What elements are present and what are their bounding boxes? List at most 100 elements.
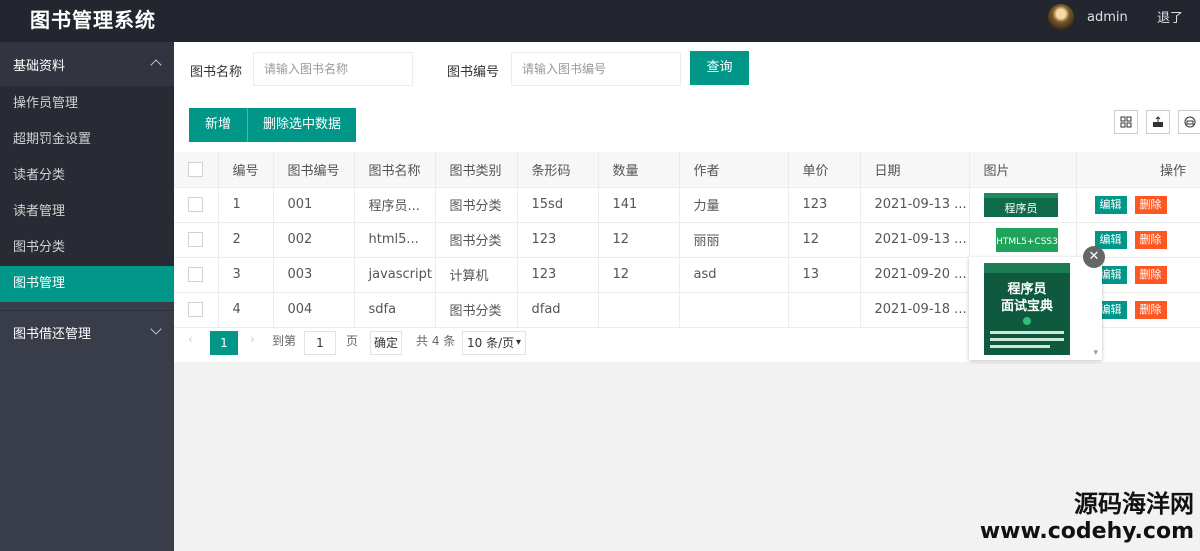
sidebar-item-reader-category[interactable]: 读者分类 <box>0 158 174 194</box>
cell: 141 <box>598 187 680 223</box>
watermark: 源码海洋网 www.codehy.com <box>980 489 1194 545</box>
row-select-cell[interactable] <box>174 187 219 223</box>
total-count: 共 4 条 <box>416 334 456 348</box>
column-header[interactable]: 图书类别 <box>435 152 518 188</box>
scroll-down-icon[interactable]: ▾ <box>1093 348 1098 358</box>
column-header[interactable]: 图书名称 <box>354 152 436 188</box>
row-checkbox[interactable] <box>188 302 203 317</box>
column-header[interactable]: 编号 <box>218 152 274 188</box>
user-menu[interactable]: admin <box>1048 4 1128 30</box>
book-cover-preview: 程序员 面试宝典 <box>984 263 1070 355</box>
cell: 12 <box>788 222 861 258</box>
add-button[interactable]: 新增 <box>189 108 248 142</box>
table-row[interactable]: 1 001 程序员... 图书分类 15sd 141 力量 123 2021-0… <box>174 187 1200 223</box>
cell: 12 <box>598 222 680 258</box>
cell: 004 <box>273 292 355 328</box>
goto-page-input[interactable]: 1 <box>304 331 336 355</box>
row-select-cell[interactable] <box>174 292 219 328</box>
cell: 2021-09-13 ... <box>860 187 970 223</box>
cell: 2021-09-18 ... <box>860 292 970 328</box>
sidebar-item-book-category[interactable]: 图书分类 <box>0 230 174 266</box>
query-button[interactable]: 查询 <box>690 51 749 85</box>
next-page-icon[interactable]: › <box>250 332 255 346</box>
goto-label: 到第 <box>272 334 297 348</box>
column-header[interactable]: 操作 <box>1076 152 1200 188</box>
image-preview-popup: 程序员 面试宝典 ▾ <box>969 257 1102 360</box>
column-header[interactable]: 条形码 <box>517 152 599 188</box>
app-title: 图书管理系统 <box>30 8 156 32</box>
row-select-cell[interactable] <box>174 257 219 293</box>
cell: 12 <box>598 257 680 293</box>
delete-button[interactable]: 删除 <box>1134 300 1167 319</box>
table-row[interactable]: 2 002 html5... 图书分类 123 12 丽丽 12 2021-09… <box>174 222 1200 258</box>
edit-button[interactable]: 编辑 <box>1094 195 1127 214</box>
cell <box>598 292 680 328</box>
cell: 力量 <box>679 187 789 223</box>
chevron-down-icon: ▾ <box>515 337 521 348</box>
delete-button[interactable]: 删除 <box>1134 230 1167 249</box>
cell: 图书分类 <box>435 222 518 258</box>
select-all-checkbox[interactable] <box>188 161 203 177</box>
close-icon[interactable]: ✕ <box>1083 246 1105 268</box>
nav-group-borrow-return[interactable]: 图书借还管理 <box>0 310 174 354</box>
nav-group-basic[interactable]: 基础资料 <box>0 42 174 86</box>
preview-title: 程序员 <box>1007 281 1046 297</box>
select-all-cell[interactable] <box>174 152 219 188</box>
table-header-row: 编号 图书编号 图书名称 图书类别 条形码 数量 作者 单价 日期 图片 操作 <box>174 152 1200 188</box>
print-icon[interactable] <box>1178 110 1200 134</box>
column-header[interactable]: 图片 <box>969 152 1077 188</box>
cell: 丽丽 <box>679 222 789 258</box>
row-checkbox[interactable] <box>188 232 203 247</box>
book-cover-thumbnail[interactable]: HTML5+CSS3 <box>995 227 1058 252</box>
book-name-input[interactable]: 请输入图书名称 <box>253 52 413 86</box>
per-page-select[interactable]: 10 条/页 ▾ <box>462 331 526 355</box>
book-code-label: 图书编号 <box>447 65 500 80</box>
goto-confirm-button[interactable]: 确定 <box>370 331 402 355</box>
per-page-value: 10 条/页 <box>467 336 515 350</box>
sidebar-item-readers[interactable]: 读者管理 <box>0 194 174 230</box>
book-name-label: 图书名称 <box>190 65 243 80</box>
cell <box>679 292 789 328</box>
watermark-line1: 源码海洋网 <box>1074 490 1194 518</box>
column-header[interactable]: 作者 <box>679 152 789 188</box>
current-page[interactable]: 1 <box>210 331 238 355</box>
thumbnail-title: HTML5+CSS3 <box>996 237 1058 247</box>
cell: 2021-09-13 ... <box>860 222 970 258</box>
book-cover-thumbnail[interactable]: 程序员 <box>983 192 1058 217</box>
cell: 15sd <box>517 187 599 223</box>
column-header[interactable]: 数量 <box>598 152 680 188</box>
top-header: 图书管理系统 admin 退了 <box>0 0 1200 42</box>
column-header[interactable]: 日期 <box>860 152 970 188</box>
cell: 2021-09-20 ... <box>860 257 970 293</box>
row-checkbox[interactable] <box>188 197 203 212</box>
row-select-cell[interactable] <box>174 222 219 258</box>
cell: 1 <box>218 187 274 223</box>
image-cell[interactable]: HTML5+CSS3 <box>969 222 1077 258</box>
columns-icon[interactable] <box>1114 110 1138 134</box>
edit-button[interactable]: 编辑 <box>1094 230 1127 249</box>
delete-button[interactable]: 删除 <box>1134 265 1167 284</box>
search-bar: 图书名称 请输入图书名称 图书编号 请输入图书编号 查询 <box>174 42 1200 98</box>
cell: 123 <box>788 187 861 223</box>
username[interactable]: admin <box>1087 10 1128 25</box>
cell: sdfa <box>354 292 436 328</box>
export-icon[interactable] <box>1146 110 1170 134</box>
row-checkbox[interactable] <box>188 267 203 282</box>
sidebar-item-operators[interactable]: 操作员管理 <box>0 86 174 122</box>
preview-subtitle: 面试宝典 <box>1001 298 1053 314</box>
cell: asd <box>679 257 789 293</box>
sidebar-item-books[interactable]: 图书管理 <box>0 266 174 302</box>
column-header[interactable]: 图书编号 <box>273 152 355 188</box>
logout-link[interactable]: 退了 <box>1157 7 1183 26</box>
book-code-input[interactable]: 请输入图书编号 <box>511 52 681 86</box>
cell: 图书分类 <box>435 187 518 223</box>
thumbnail-title: 程序员 <box>1004 201 1037 215</box>
column-header[interactable]: 单价 <box>788 152 861 188</box>
delete-button[interactable]: 删除 <box>1134 195 1167 214</box>
image-cell[interactable]: 程序员 <box>969 187 1077 223</box>
cell: 13 <box>788 257 861 293</box>
delete-selected-button[interactable]: 删除选中数据 <box>248 108 356 142</box>
avatar[interactable] <box>1048 4 1074 30</box>
sidebar-item-overdue-fine[interactable]: 超期罚金设置 <box>0 122 174 158</box>
prev-page-icon[interactable]: ‹ <box>188 332 193 346</box>
